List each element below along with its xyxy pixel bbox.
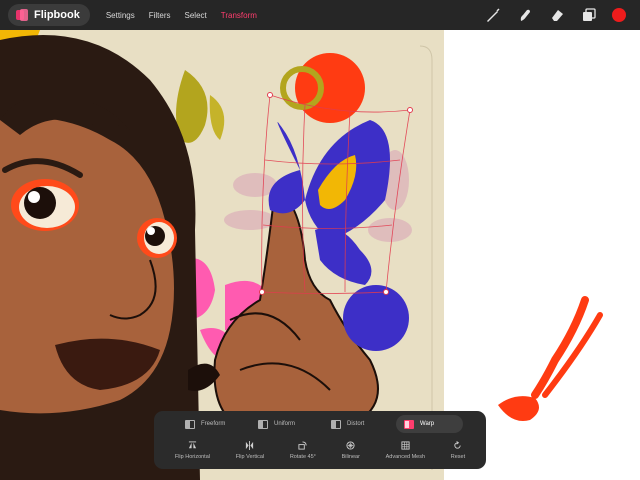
mode-label: Uniform — [274, 421, 296, 427]
app-menu-button[interactable]: Flipbook — [8, 4, 90, 26]
bilinear-icon — [346, 441, 355, 450]
mode-label: Distort — [347, 421, 365, 427]
red-brush-blob — [498, 396, 539, 421]
butterfly-shadow — [224, 210, 276, 230]
red-sun — [295, 53, 365, 123]
left-iris — [24, 187, 56, 219]
warp-icon — [404, 419, 414, 429]
action-label: Flip Horizontal — [174, 454, 210, 460]
menu-filters[interactable]: Filters — [149, 11, 171, 20]
advanced-mesh-button[interactable]: Advanced Mesh — [386, 441, 425, 460]
transform-panel: Freeform Uniform Distort Warp Flip Horiz… — [154, 411, 486, 469]
flip-vertical-button[interactable]: Flip Vertical — [236, 441, 264, 460]
main-menu: Settings Filters Select Transform — [106, 11, 257, 20]
action-label: Reset — [450, 454, 466, 460]
action-label: Bilinear — [341, 454, 360, 460]
butterfly-shadow — [368, 218, 412, 242]
flip-horizontal-icon — [188, 441, 197, 449]
layers-icon[interactable] — [580, 6, 598, 24]
blue-circle — [343, 285, 409, 351]
mode-freeform[interactable]: Freeform — [177, 415, 244, 433]
mode-uniform[interactable]: Uniform — [250, 415, 317, 433]
flipbook-logo-icon — [16, 9, 28, 21]
flip-horizontal-button[interactable]: Flip Horizontal — [175, 441, 210, 460]
rotate-45-button[interactable]: Rotate 45° — [290, 441, 316, 460]
warp-handle[interactable] — [267, 92, 273, 98]
mesh-icon — [401, 441, 410, 450]
left-eye-highlight — [28, 191, 40, 203]
drawing-canvas[interactable] — [0, 0, 640, 480]
warp-handle[interactable] — [407, 107, 413, 113]
uniform-icon — [258, 419, 268, 429]
mode-warp[interactable]: Warp — [396, 415, 463, 433]
mode-label: Freeform — [201, 421, 226, 427]
warp-handle[interactable] — [383, 289, 389, 295]
smudge-icon[interactable] — [516, 6, 534, 24]
flip-vertical-icon — [246, 441, 254, 450]
menu-select[interactable]: Select — [185, 11, 207, 20]
action-label: Flip Vertical — [235, 454, 265, 460]
color-swatch[interactable] — [612, 8, 626, 22]
tool-group — [484, 0, 626, 30]
artwork — [0, 30, 603, 480]
action-label: Advanced Mesh — [385, 454, 426, 460]
rotate-icon — [298, 441, 307, 450]
reset-icon — [454, 441, 462, 449]
warp-handle[interactable] — [259, 289, 265, 295]
menu-settings[interactable]: Settings — [106, 11, 135, 20]
top-toolbar: Flipbook Settings Filters Select Transfo… — [0, 0, 640, 30]
reset-button[interactable]: Reset — [451, 441, 465, 460]
mode-distort[interactable]: Distort — [323, 415, 390, 433]
right-eye-highlight — [147, 227, 155, 235]
menu-transform[interactable]: Transform — [221, 11, 257, 20]
bilinear-button[interactable]: Bilinear — [342, 441, 360, 460]
transform-modes: Freeform Uniform Distort Warp — [154, 415, 486, 433]
transform-actions: Flip Horizontal Flip Vertical Rotate 45°… — [154, 441, 486, 460]
brush-icon[interactable] — [484, 6, 502, 24]
freeform-icon — [185, 419, 195, 429]
app-name: Flipbook — [34, 9, 80, 21]
distort-icon — [331, 419, 341, 429]
mode-label: Warp — [420, 421, 435, 427]
eraser-icon[interactable] — [548, 6, 566, 24]
action-label: Rotate 45° — [289, 454, 316, 460]
